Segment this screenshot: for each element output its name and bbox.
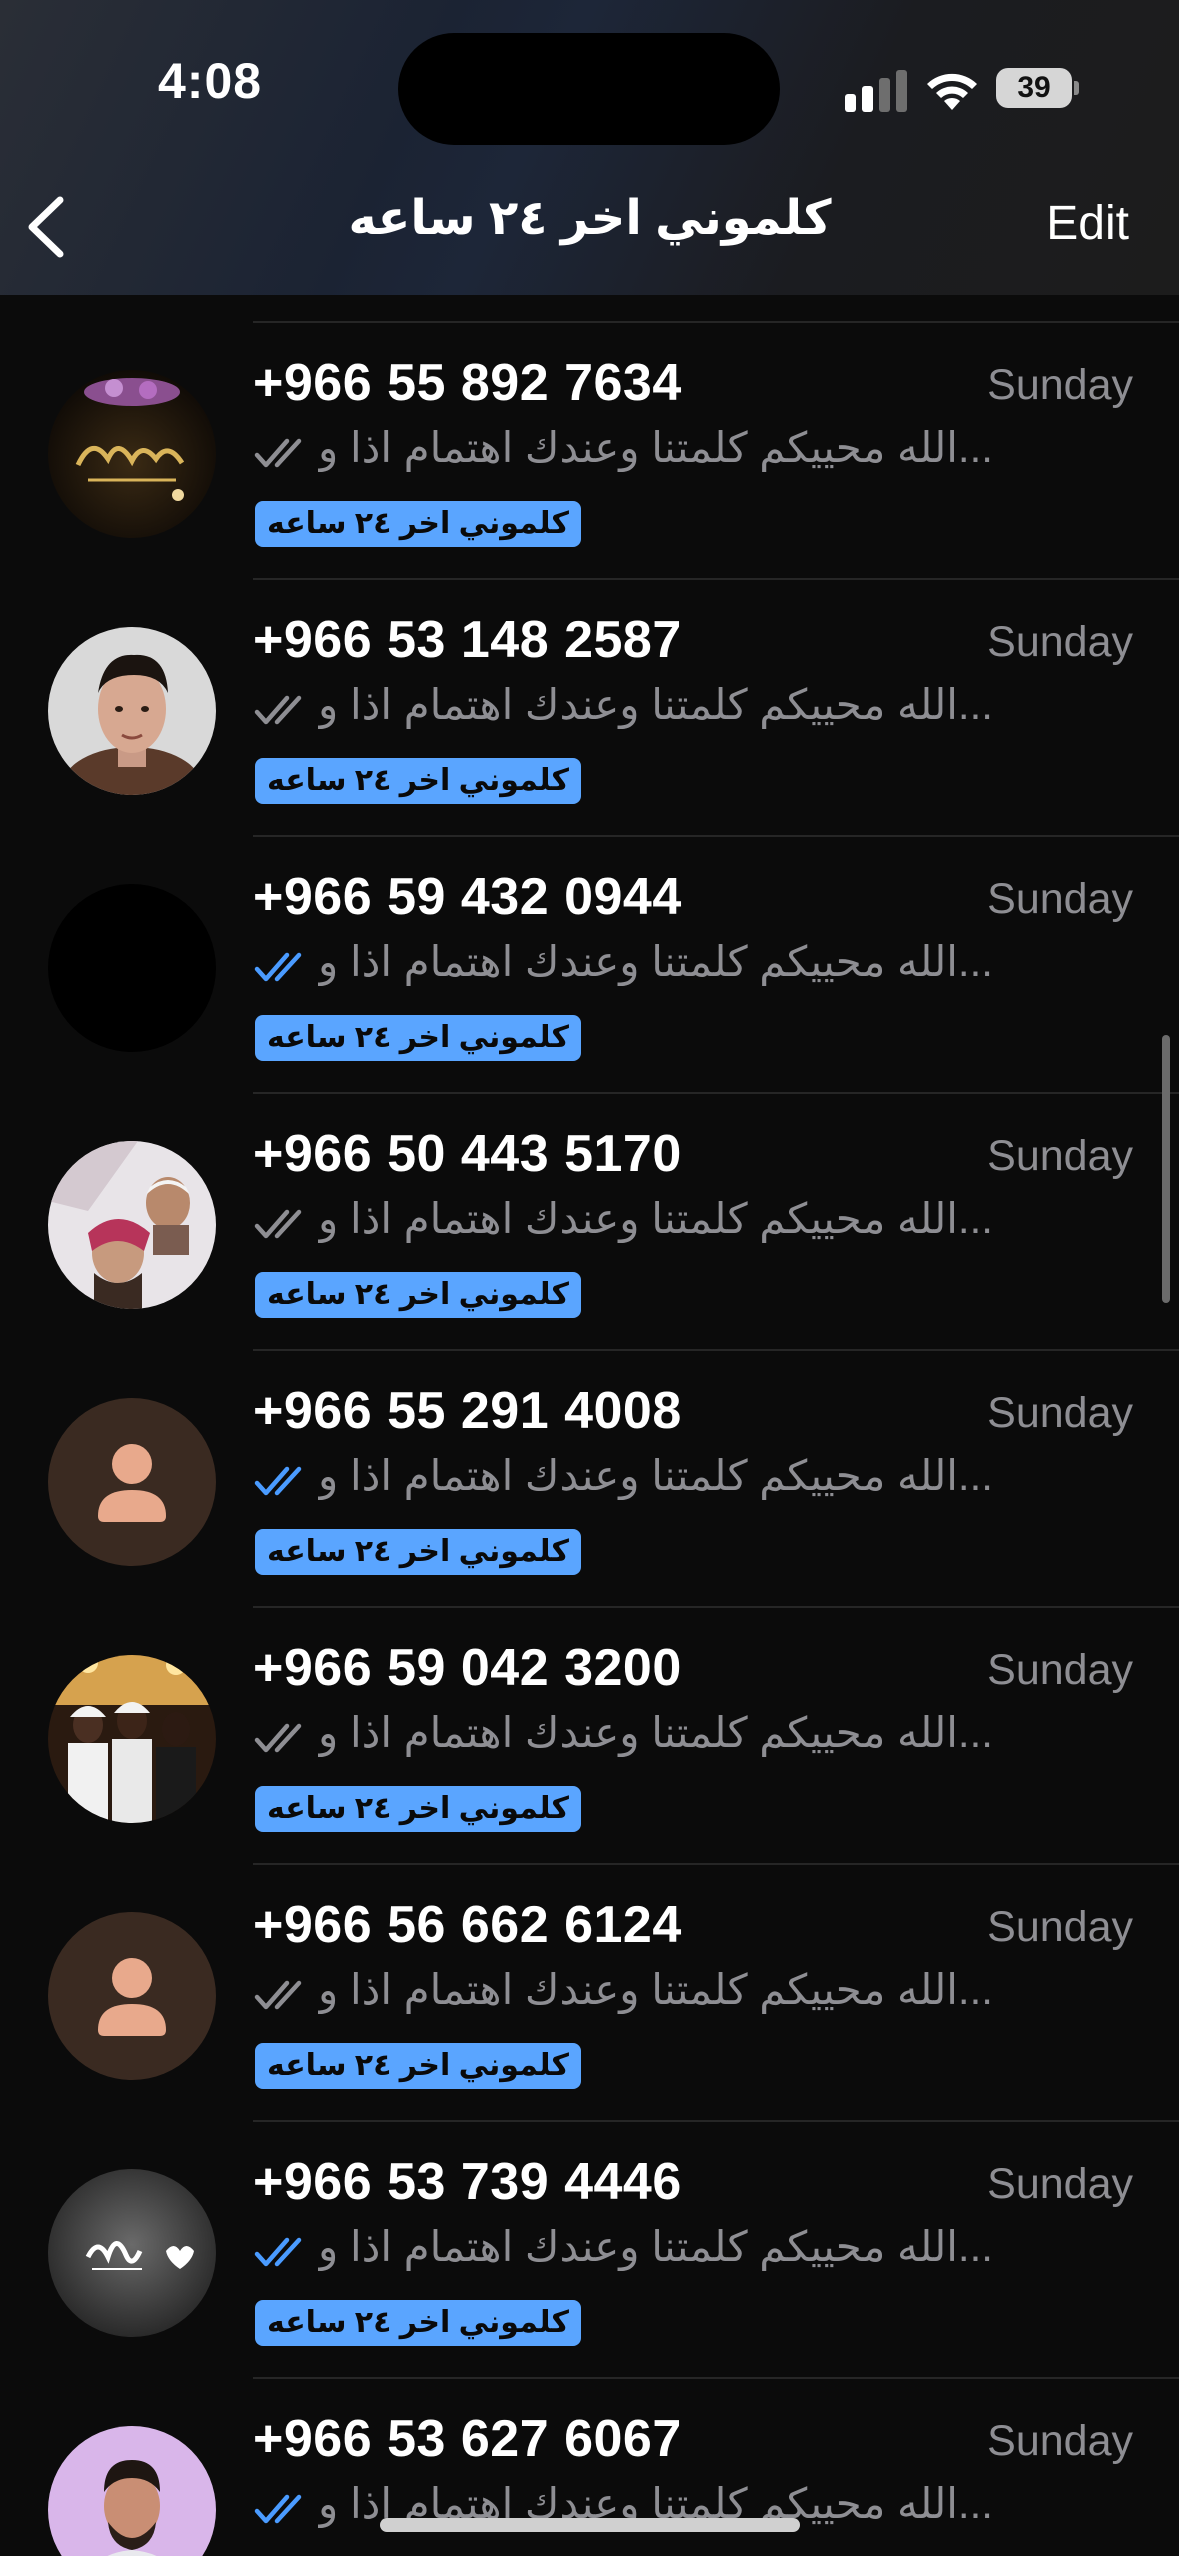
contact-phone: +966 55 291 4008 bbox=[253, 1382, 682, 1440]
battery-level: 39 bbox=[996, 68, 1072, 108]
contact-phone: +966 55 892 7634 bbox=[253, 354, 682, 412]
avatar[interactable] bbox=[48, 1912, 216, 2080]
message-preview: الله محييكم كلمتنا وعندك اهتمام اذا و... bbox=[318, 1195, 993, 1242]
message-date: Sunday bbox=[987, 618, 1133, 666]
delivered-receipt-icon bbox=[254, 438, 302, 468]
message-date: Sunday bbox=[987, 875, 1133, 923]
avatar[interactable] bbox=[48, 370, 216, 538]
avatar[interactable] bbox=[48, 1655, 216, 1823]
avatar[interactable] bbox=[48, 627, 216, 795]
delivered-receipt-icon bbox=[254, 1209, 302, 1239]
message-date: Sunday bbox=[987, 1903, 1133, 1951]
read-receipt-icon bbox=[254, 2237, 302, 2267]
contact-phone: +966 59 042 3200 bbox=[253, 1639, 682, 1697]
read-receipt-icon bbox=[254, 2494, 302, 2524]
message-date: Sunday bbox=[987, 1646, 1133, 1694]
back-chevron-icon[interactable] bbox=[18, 192, 78, 262]
battery-indicator: 39 bbox=[996, 68, 1079, 108]
contact-phone: +966 50 443 5170 bbox=[253, 1125, 682, 1183]
message-preview: الله محييكم كلمتنا وعندك اهتمام اذا و... bbox=[318, 1709, 993, 1756]
message-preview: الله محييكم كلمتنا وعندك اهتمام اذا و... bbox=[318, 424, 993, 471]
message-preview: الله محييكم كلمتنا وعندك اهتمام اذا و... bbox=[318, 2223, 993, 2270]
chat-label-badge: كلموني اخر ٢٤ ساعه bbox=[255, 1015, 581, 1061]
delivered-receipt-icon bbox=[254, 1723, 302, 1753]
chat-label-badge: كلموني اخر ٢٤ ساعه bbox=[255, 1529, 581, 1575]
scrollbar[interactable] bbox=[1162, 1035, 1170, 1303]
chat-row[interactable]: +966 55 892 7634 Sunday الله محييكم كلمت… bbox=[0, 323, 1179, 580]
page-title: كلموني اخر ٢٤ ساعه bbox=[348, 192, 832, 245]
delivered-receipt-icon bbox=[254, 695, 302, 725]
avatar[interactable] bbox=[48, 884, 216, 1052]
chat-label-badge: كلموني اخر ٢٤ ساعه bbox=[255, 1272, 581, 1318]
avatar[interactable] bbox=[48, 1398, 216, 1566]
avatar[interactable] bbox=[48, 2426, 216, 2556]
chat-row[interactable]: +966 59 432 0944 Sunday الله محييكم كلمت… bbox=[0, 837, 1179, 1094]
chat-row[interactable]: +966 55 291 4008 Sunday الله محييكم كلمت… bbox=[0, 1351, 1179, 1608]
chat-label-badge: كلموني اخر ٢٤ ساعه bbox=[255, 1786, 581, 1832]
delivered-receipt-icon bbox=[254, 1980, 302, 2010]
contact-phone: +966 53 739 4446 bbox=[253, 2153, 682, 2211]
cellular-signal-icon bbox=[845, 70, 907, 112]
chat-row[interactable]: +966 53 739 4446 Sunday الله محييكم كلمت… bbox=[0, 2122, 1179, 2379]
message-preview: الله محييكم كلمتنا وعندك اهتمام اذا و... bbox=[318, 681, 993, 728]
battery-cap bbox=[1074, 81, 1079, 95]
edit-button[interactable]: Edit bbox=[1046, 196, 1129, 251]
avatar[interactable] bbox=[48, 2169, 216, 2337]
read-receipt-icon bbox=[254, 1466, 302, 1496]
chat-label-badge: كلموني اخر ٢٤ ساعه bbox=[255, 758, 581, 804]
chat-row[interactable]: +966 50 443 5170 Sunday الله محييكم كلمت… bbox=[0, 1094, 1179, 1351]
contact-phone: +966 56 662 6124 bbox=[253, 1896, 682, 1954]
avatar[interactable] bbox=[48, 1141, 216, 1309]
contact-phone: +966 53 627 6067 bbox=[253, 2410, 682, 2468]
read-receipt-icon bbox=[254, 952, 302, 982]
message-date: Sunday bbox=[987, 1132, 1133, 1180]
message-date: Sunday bbox=[987, 1389, 1133, 1437]
wifi-icon bbox=[927, 73, 977, 110]
chat-row[interactable]: +966 53 148 2587 Sunday الله محييكم كلمت… bbox=[0, 580, 1179, 837]
chat-row[interactable]: +966 59 042 3200 Sunday الله محييكم كلمت… bbox=[0, 1608, 1179, 1865]
contact-phone: +966 53 148 2587 bbox=[253, 611, 682, 669]
chat-label-badge: كلموني اخر ٢٤ ساعه bbox=[255, 2043, 581, 2089]
chat-row[interactable]: +966 56 662 6124 Sunday الله محييكم كلمت… bbox=[0, 1865, 1179, 2122]
chat-label-badge: كلموني اخر ٢٤ ساعه bbox=[255, 501, 581, 547]
navigation-header: 4:08 39 كلموني اخر ٢٤ ساعه Edit bbox=[0, 0, 1179, 295]
home-indicator[interactable] bbox=[380, 2518, 800, 2532]
message-date: Sunday bbox=[987, 2160, 1133, 2208]
message-preview: الله محييكم كلمتنا وعندك اهتمام اذا و... bbox=[318, 1452, 993, 1499]
message-preview: الله محييكم كلمتنا وعندك اهتمام اذا و... bbox=[318, 1966, 993, 2013]
message-date: Sunday bbox=[987, 2417, 1133, 2465]
status-time: 4:08 bbox=[158, 53, 263, 109]
contact-phone: +966 59 432 0944 bbox=[253, 868, 682, 926]
message-preview: الله محييكم كلمتنا وعندك اهتمام اذا و... bbox=[318, 938, 993, 985]
chat-list[interactable]: +966 55 892 7634 Sunday الله محييكم كلمت… bbox=[0, 295, 1179, 2556]
dynamic-island bbox=[398, 33, 780, 145]
message-date: Sunday bbox=[987, 361, 1133, 409]
chat-label-badge: كلموني اخر ٢٤ ساعه bbox=[255, 2300, 581, 2346]
